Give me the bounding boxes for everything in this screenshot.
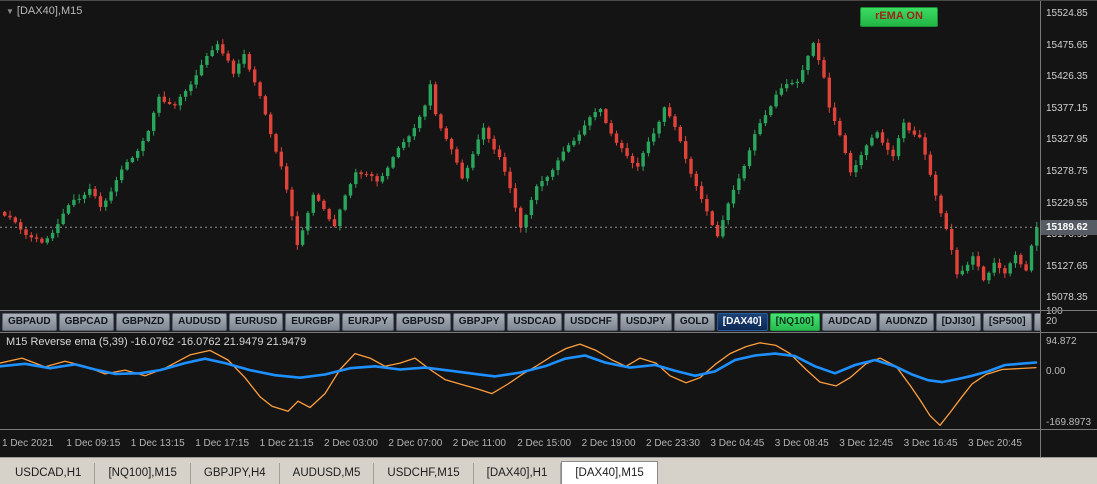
ticker-button-usdchf[interactable]: USDCHF xyxy=(564,313,618,331)
price-axis-label: 15475.65 xyxy=(1046,41,1088,51)
price-axis-label: 15078.35 xyxy=(1046,293,1088,303)
chart-tab-audusd-m5[interactable]: AUDUSD,M5 xyxy=(280,463,375,484)
time-axis-label: 3 Dec 08:45 xyxy=(775,438,829,449)
axis-separator xyxy=(1040,1,1041,457)
time-axis-label: 2 Dec 07:00 xyxy=(388,438,442,449)
main-chart-plot[interactable]: ▼ [DAX40],M15 rEMA ON xyxy=(0,1,1040,310)
time-axis[interactable]: 1 Dec 2021 1 Dec 09:15 1 Dec 13:15 1 Dec 17… xyxy=(0,430,1040,457)
ticker-button-gbpcad[interactable]: GBPCAD xyxy=(59,313,114,331)
time-axis-label: 2 Dec 11:00 xyxy=(453,438,506,449)
ticker-button-eurjpy[interactable]: EURJPY xyxy=(342,313,394,331)
ticker-button-usdcad[interactable]: USDCAD xyxy=(507,313,562,331)
ticker-button-dji30[interactable]: [DJI30] xyxy=(936,313,981,331)
chart-tab--nq100--m15[interactable]: [NQ100],M15 xyxy=(95,463,190,484)
ema-toggle-button[interactable]: rEMA ON xyxy=(860,7,938,27)
indicator-axis-label: 0.00 xyxy=(1046,367,1065,377)
price-axis-label: 15327.95 xyxy=(1046,135,1088,145)
ticker-button-eurusd[interactable]: EURUSD xyxy=(229,313,283,331)
indicator-axis-label: 20 xyxy=(1046,317,1057,327)
ticker-button-audcad[interactable]: AUDCAD xyxy=(822,313,877,331)
time-axis-label: 2 Dec 19:00 xyxy=(582,438,636,449)
time-axis-label: 3 Dec 20:45 xyxy=(968,438,1022,449)
ticker-button-gold[interactable]: GOLD xyxy=(674,313,715,331)
time-axis-label: 2 Dec 15:00 xyxy=(517,438,571,449)
ticker-button-dax40[interactable]: [DAX40] xyxy=(717,313,768,331)
pane-separator[interactable] xyxy=(0,310,1097,311)
time-axis-label: 1 Dec 2021 xyxy=(2,438,53,449)
chart-tab--dax40--h1[interactable]: [DAX40],H1 xyxy=(474,463,562,484)
ticker-button-gbpnzd[interactable]: GBPNZD xyxy=(116,313,170,331)
pane-separator[interactable] xyxy=(0,332,1097,333)
time-axis-label: 1 Dec 13:15 xyxy=(131,438,185,449)
ticker-button-gbpusd[interactable]: GBPUSD xyxy=(396,313,451,331)
ticker-button-gbpjpy[interactable]: GBPJPY xyxy=(453,313,506,331)
ticker-button-eurgbp[interactable]: EURGBP xyxy=(285,313,340,331)
indicator-axis-label: 94.872 xyxy=(1046,337,1077,347)
price-axis-label: 15524.85 xyxy=(1046,9,1088,19)
price-axis-label: 15377.15 xyxy=(1046,104,1088,114)
price-axis-label: 15426.35 xyxy=(1046,72,1088,82)
chart-tab--dax40--m15[interactable]: [DAX40],M15 xyxy=(561,461,657,484)
price-axis-label: 15127.65 xyxy=(1046,262,1088,272)
price-axis[interactable]: 15524.85 15475.65 15426.35 15377.15 15327.95… xyxy=(1041,1,1097,457)
pane-separator[interactable] xyxy=(0,429,1097,430)
time-axis-label: 1 Dec 09:15 xyxy=(66,438,120,449)
trading-terminal: ▼ [DAX40],M15 rEMA ON GBPAUDGBPCADGBPNZD… xyxy=(0,0,1097,484)
chart-tab-usdchf-m15[interactable]: USDCHF,M15 xyxy=(374,463,473,484)
ticker-button-nq100[interactable]: [NQ100] xyxy=(770,313,820,331)
indicator-axis-label: -169.8973 xyxy=(1046,418,1091,428)
chart-symbol-label: ▼ [DAX40],M15 xyxy=(6,5,82,17)
current-price-value: 15189.62 xyxy=(1046,222,1088,233)
time-axis-label: 3 Dec 04:45 xyxy=(710,438,764,449)
chart-tab-gbpjpy-h4[interactable]: GBPJPY,H4 xyxy=(191,463,280,484)
time-axis-label: 3 Dec 16:45 xyxy=(904,438,958,449)
chart-symbol-text: [DAX40],M15 xyxy=(17,5,82,17)
time-axis-label: 2 Dec 23:30 xyxy=(646,438,700,449)
indicator-title: M15 Reverse ema (5,39) -16.0762 -16.0762… xyxy=(6,336,306,348)
ticker-button-usdjpy[interactable]: USDJPY xyxy=(620,313,672,331)
chart-dropdown-icon: ▼ xyxy=(6,7,14,16)
ticker-button-sp500[interactable]: [SP500] xyxy=(983,313,1032,331)
ticker-button-audnzd[interactable]: AUDNZD xyxy=(879,313,933,331)
symbol-ticker-bar: GBPAUDGBPCADGBPNZDAUDUSDEURUSDEURGBPEURJ… xyxy=(0,311,1040,332)
time-axis-label: 3 Dec 12:45 xyxy=(839,438,893,449)
current-price-box: 15189.62 xyxy=(1041,220,1097,235)
time-axis-label: 1 Dec 17:15 xyxy=(195,438,249,449)
chart-tab-bar: USDCAD,H1[NQ100],M15GBPJPY,H4AUDUSD,M5US… xyxy=(0,457,1097,484)
price-axis-label: 15229.55 xyxy=(1046,199,1088,209)
candlestick-chart[interactable] xyxy=(0,1,1040,310)
indicator-subwindow[interactable]: M15 Reverse ema (5,39) -16.0762 -16.0762… xyxy=(0,333,1040,429)
time-axis-label: 2 Dec 03:00 xyxy=(324,438,378,449)
time-axis-label: 1 Dec 21:15 xyxy=(260,438,314,449)
price-axis-label: 15278.75 xyxy=(1046,167,1088,177)
chart-tab-usdcad-h1[interactable]: USDCAD,H1 xyxy=(2,463,95,484)
ticker-button-gbpaud[interactable]: GBPAUD xyxy=(2,313,57,331)
ticker-button-audusd[interactable]: AUDUSD xyxy=(172,313,227,331)
